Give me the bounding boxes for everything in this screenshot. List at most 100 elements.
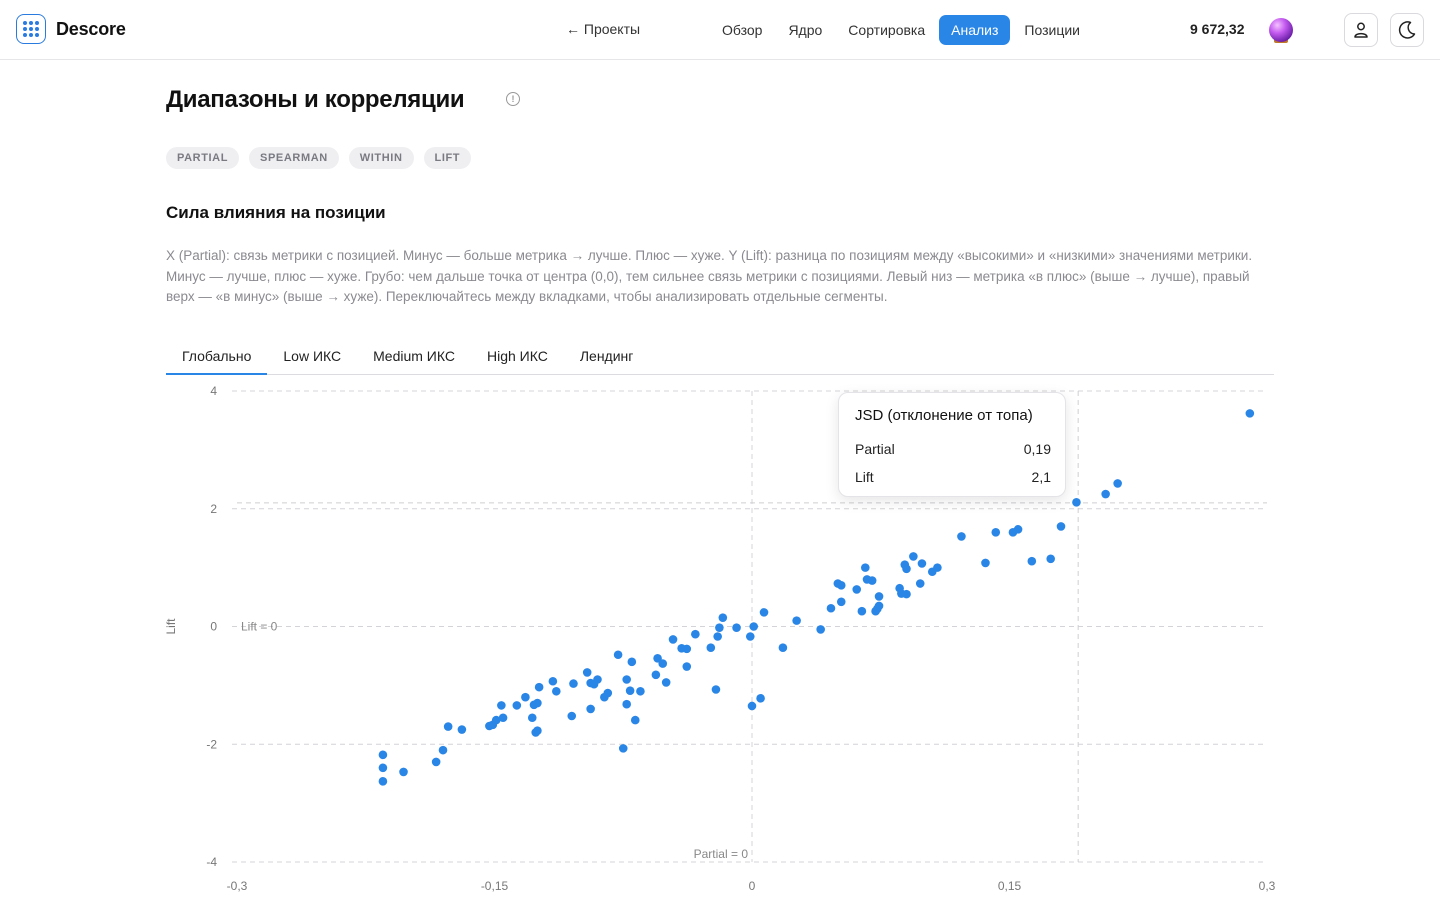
scatter-point[interactable] [732,623,741,632]
scatter-point[interactable] [378,777,388,786]
scatter-point[interactable] [593,675,602,684]
scatter-point[interactable] [756,694,765,703]
scatter-point[interactable] [636,686,645,696]
segment-tab[interactable]: Low ИКС [267,340,357,375]
scatter-point[interactable] [613,650,623,660]
scatter-point[interactable] [933,563,942,572]
scatter-point[interactable] [1072,497,1081,507]
scatter-point[interactable] [443,722,453,731]
scatter-point[interactable] [567,711,577,721]
theme-toggle-button[interactable] [1390,13,1424,47]
scatter-point[interactable] [747,701,757,711]
scatter-point[interactable] [902,589,911,599]
scatter-point[interactable] [816,625,825,634]
segment-tab[interactable]: High ИКС [471,340,564,375]
segment-tab[interactable]: Глобально [166,340,268,375]
scatter-point[interactable] [668,635,678,644]
nav-item[interactable]: Ядро [776,15,834,45]
scatter-point[interactable] [759,608,769,617]
scatter-point[interactable] [399,767,408,777]
scatter-point[interactable] [534,682,544,692]
scatter-point[interactable] [826,603,836,613]
scatter-point[interactable] [718,613,728,622]
scatter-point[interactable] [1013,525,1023,534]
scatter-point[interactable] [548,676,558,686]
scatter-point[interactable] [552,686,561,696]
scatter-point[interactable] [498,713,508,723]
scatter-point[interactable] [622,675,631,684]
scatter-point[interactable] [533,726,542,736]
scatter-point[interactable] [661,678,671,687]
tooltip-label: Partial [855,441,895,457]
scatter-point[interactable] [957,532,966,541]
scatter-point[interactable] [630,715,640,725]
scatter-point[interactable] [586,704,595,714]
segment-tab[interactable]: Лендинг [564,340,650,375]
scatter-point[interactable] [715,623,724,632]
scatter-point[interactable] [682,662,692,671]
scatter-point[interactable] [836,597,846,607]
nav-item[interactable]: Обзор [710,15,774,45]
scatter-point[interactable] [627,657,637,667]
scatter-point[interactable] [691,629,700,639]
scatter-point[interactable] [1027,556,1037,566]
scatter-point[interactable] [861,563,870,572]
brand-name[interactable]: Descore [56,19,126,40]
lift-zero-annotation: Lift = 0 [241,620,278,634]
scatter-point[interactable] [711,685,721,694]
tooltip-label: Lift [855,469,874,485]
scatter-point[interactable] [749,622,759,631]
scatter-point[interactable] [778,643,788,652]
scatter-point[interactable] [706,643,716,652]
scatter-point[interactable] [625,686,635,695]
scatter-point[interactable] [792,616,801,625]
segment-tab[interactable]: Medium ИКС [357,340,471,375]
scatter-point[interactable] [497,701,506,710]
scatter-point[interactable] [902,564,911,574]
nav-item[interactable]: Позиции [1012,15,1092,45]
scatter-point[interactable] [521,692,530,702]
scatter-point[interactable] [915,579,925,588]
scatter-point[interactable] [658,659,668,668]
scatter-point[interactable] [1101,489,1110,499]
nav-item[interactable]: Сортировка [836,15,937,45]
scatter-point[interactable] [603,688,613,698]
scatter-point[interactable] [378,763,388,773]
scatter-point[interactable] [431,757,441,767]
scatter-point[interactable] [533,698,542,708]
scatter-point[interactable] [713,632,722,641]
scatter-point[interactable] [874,592,884,601]
scatter-point[interactable] [1056,522,1066,531]
back-to-projects-link[interactable]: ← Проекты [566,21,640,37]
scatter-point[interactable] [1046,554,1055,564]
scatter-point[interactable] [874,601,884,611]
scatter-point[interactable] [512,701,522,710]
nav-item[interactable]: Анализ [939,15,1011,45]
scatter-point[interactable] [457,725,467,734]
scatter-point[interactable] [836,580,846,590]
scatter-point[interactable] [569,679,578,688]
logo-icon[interactable] [16,14,46,44]
scatter-point[interactable] [622,699,631,709]
user-icon [1354,22,1368,38]
scatter-point[interactable] [909,552,918,561]
scatter-point[interactable] [1113,479,1122,488]
scatter-point[interactable] [378,750,388,760]
scatter-point[interactable] [677,643,686,653]
crystal-ball-icon[interactable] [1269,18,1293,42]
scatter-point[interactable] [527,713,537,723]
scatter-point[interactable] [917,559,927,568]
scatter-point[interactable] [618,744,628,753]
scatter-point[interactable] [852,585,862,594]
scatter-point[interactable] [582,668,592,677]
scatter-point[interactable] [857,606,867,616]
profile-button[interactable] [1344,13,1378,47]
info-icon[interactable]: ! [506,92,520,106]
scatter-point[interactable] [991,528,1001,537]
scatter-point[interactable] [867,576,877,585]
scatter-point[interactable] [981,558,990,568]
scatter-point[interactable] [745,632,755,641]
scatter-point[interactable] [651,670,661,680]
scatter-point[interactable] [438,745,448,755]
scatter-point[interactable] [1245,409,1255,418]
